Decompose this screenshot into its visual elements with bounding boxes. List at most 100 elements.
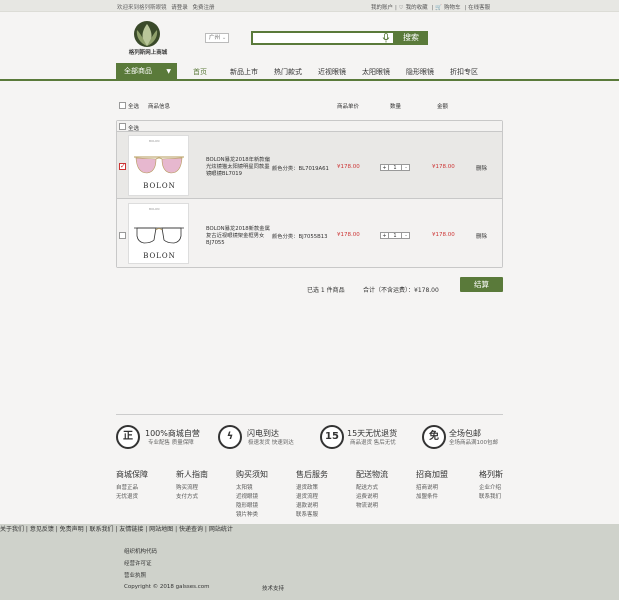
footer-link[interactable]: 联系客服 xyxy=(296,510,318,518)
sunglasses-icon xyxy=(134,156,184,174)
minus-button[interactable]: - xyxy=(401,165,410,171)
product-name[interactable]: BOLON暴龙2018新款金属复古近视眼镜架金框男女BJ7055 xyxy=(206,226,270,247)
services-divider xyxy=(116,414,503,415)
online-service-link[interactable]: 在线客服 xyxy=(468,5,490,11)
footer-link[interactable]: 近视眼镜 xyxy=(236,492,258,500)
footer-link[interactable]: 招商说明 xyxy=(416,483,438,491)
nav-hot[interactable]: 热门款式 xyxy=(274,67,302,77)
product-image[interactable]: BOLON BOLON xyxy=(128,203,189,264)
topbar-left: 欢迎来到格列斯眼镜 请登录 免费注册 xyxy=(117,3,218,11)
item-checkbox[interactable] xyxy=(119,162,126,170)
col-quantity: 数量 xyxy=(390,104,402,110)
service-sub: 专业配售 质量保障 xyxy=(148,440,194,446)
my-account-link[interactable]: 我的账户 xyxy=(371,5,393,11)
unit-price: ¥178.00 xyxy=(337,164,360,170)
favorites-label: 我的收藏 xyxy=(405,5,428,11)
return-15-icon: 15 xyxy=(320,425,344,449)
nav-home[interactable]: 首页 xyxy=(193,67,207,77)
footer-col-title: 配送物流 xyxy=(356,470,388,479)
col-product: 商品信息 xyxy=(148,104,171,110)
footer-link[interactable]: 退款说明 xyxy=(296,501,318,509)
footer-col-title: 格列斯 xyxy=(479,470,503,479)
footer-link[interactable]: 退货流程 xyxy=(296,492,318,500)
footer-link[interactable]: 物流说明 xyxy=(356,501,378,509)
search-input[interactable] xyxy=(251,31,395,45)
item-total: ¥178.00 xyxy=(432,232,455,238)
city-select[interactable]: 广州 ⌄ xyxy=(205,33,229,43)
free-shipping-icon: 免 xyxy=(422,425,446,449)
nav-discount[interactable]: 折扣专区 xyxy=(450,67,478,77)
register-link[interactable]: 免费注册 xyxy=(193,5,215,11)
all-products-menu[interactable]: 全部商品 ▼ xyxy=(116,63,177,80)
col-unit-price: 商品单价 xyxy=(337,104,360,110)
topbar-right: 我的账户 | ♡ 我的收藏 | 🛒 购物车 | 在线客服 xyxy=(371,5,491,11)
footer-link[interactable]: 退货政策 xyxy=(296,483,318,491)
select-all-checkbox[interactable] xyxy=(119,102,126,109)
select-all-label: 全选 xyxy=(128,104,140,110)
nav-sunglasses[interactable]: 太阳眼镜 xyxy=(362,67,390,77)
favorites-link[interactable]: ♡ 我的收藏 xyxy=(399,5,430,11)
plus-button[interactable]: + xyxy=(381,233,389,239)
product-name[interactable]: BOLON暴龙2018年新款偏光炫镜猫太阳镜明星同款墨镜眼镜BL7019 xyxy=(206,157,270,178)
footer-link[interactable]: 镜片种类 xyxy=(236,510,258,518)
lightning-icon: ϟ xyxy=(218,425,242,449)
footer-link[interactable]: 隐形眼镜 xyxy=(236,501,258,509)
footer-link[interactable]: 联系我们 xyxy=(479,492,501,500)
footer-links[interactable]: 关于我们 | 意见反馈 | 免责声明 | 联系我们 | 友情链接 | 网站地图 … xyxy=(0,524,619,600)
nav-contacts[interactable]: 隐形眼镜 xyxy=(406,67,434,77)
minus-button[interactable]: - xyxy=(401,233,410,239)
delete-link[interactable]: 删除 xyxy=(476,164,487,172)
item-checkbox[interactable] xyxy=(119,232,126,239)
quantity-value[interactable]: 1 xyxy=(390,233,400,239)
product-image[interactable]: BOLON BOLON xyxy=(128,135,189,196)
brand-small: BOLON xyxy=(149,207,160,211)
plus-button[interactable]: + xyxy=(381,165,389,171)
nav-myopia[interactable]: 近视眼镜 xyxy=(318,67,346,77)
footer-link[interactable]: 运费说明 xyxy=(356,492,378,500)
welcome-text: 欢迎来到格列斯眼镜 xyxy=(117,5,167,11)
footer-link[interactable]: 购买流程 xyxy=(176,483,198,491)
checkout-button[interactable]: 结算 xyxy=(460,277,503,292)
brand-small: BOLON xyxy=(149,139,160,143)
box-select-all-checkbox[interactable] xyxy=(119,123,126,130)
business-license-link[interactable]: 营业执照 xyxy=(124,571,146,579)
selected-count: 已选 1 件商品 xyxy=(307,287,345,294)
delete-link[interactable]: 删除 xyxy=(476,232,487,240)
col-amount: 金额 xyxy=(437,104,449,110)
footer-link[interactable]: 自营正品 xyxy=(116,483,138,491)
footer-link[interactable]: 企业介绍 xyxy=(479,483,501,491)
footer-link[interactable]: 支付方式 xyxy=(176,492,198,500)
authentic-icon: 正 xyxy=(116,425,140,449)
search-button[interactable]: 搜索 xyxy=(394,31,428,45)
cart-link[interactable]: 🛒 购物车 xyxy=(435,5,462,11)
cart-box-header xyxy=(117,121,502,132)
footer-col-title: 招商加盟 xyxy=(416,470,448,479)
order-total: 合计（不含运费）：¥178.00 xyxy=(363,287,439,294)
quantity-value[interactable]: 1 xyxy=(390,165,400,171)
brand-logo: BOLON xyxy=(143,182,176,190)
top-bar: 欢迎来到格列斯眼镜 请登录 免费注册 我的账户 | ♡ 我的收藏 | 🛒 购物车 | 在线… xyxy=(0,0,619,12)
org-code-link[interactable]: 组织机构代码 xyxy=(124,547,157,555)
license-link[interactable]: 经营许可证 xyxy=(124,559,152,567)
login-link[interactable]: 请登录 xyxy=(171,5,188,11)
nav-new[interactable]: 新品上市 xyxy=(230,67,258,77)
quantity-stepper[interactable]: + 1 - xyxy=(380,164,410,171)
microphone-icon[interactable] xyxy=(382,33,390,43)
chevron-down-icon: ⌄ xyxy=(221,35,227,41)
tech-support: 技术支持 xyxy=(262,586,285,592)
footer-col-title: 购买须知 xyxy=(236,470,268,479)
quantity-stepper[interactable]: + 1 - xyxy=(380,232,410,239)
unit-price: ¥178.00 xyxy=(337,232,360,238)
cart-label: 购物车 xyxy=(444,5,461,11)
footer-link[interactable]: 无忧退货 xyxy=(116,492,138,500)
service-sub: 极速发货 快速到达 xyxy=(248,440,294,446)
footer-link[interactable]: 太阳镜 xyxy=(236,483,253,491)
copyright: Copyright © 2018 galsses.com xyxy=(124,584,210,590)
service-sub: 商品退货 售后无忧 xyxy=(350,440,396,446)
heart-icon: ♡ xyxy=(398,5,404,11)
footer-link[interactable]: 加盟条件 xyxy=(416,492,438,500)
service-sub: 全场商品满100包邮 xyxy=(449,440,498,446)
logo-text: 格列斯网上商城 xyxy=(128,50,168,56)
eyeglasses-icon xyxy=(134,227,184,244)
footer-link[interactable]: 配送方式 xyxy=(356,483,378,491)
